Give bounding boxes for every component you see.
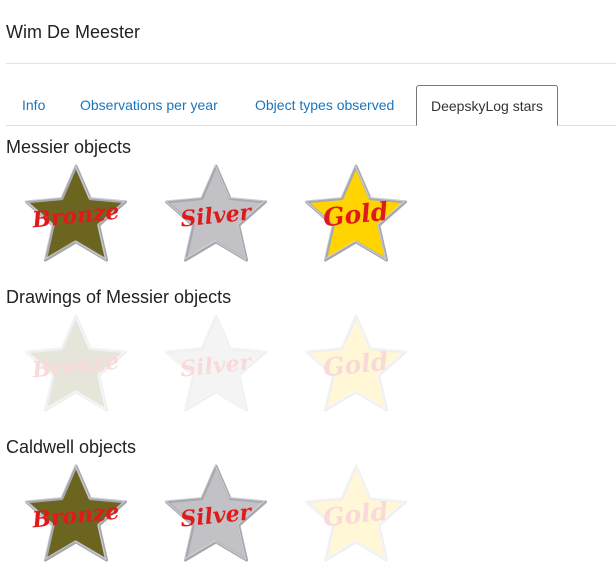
section-title-messier: Messier objects [6, 137, 132, 157]
section-title-caldwell: Caldwell objects [6, 437, 137, 457]
star-messier-bronze[interactable]: Bronze [24, 163, 128, 267]
star-silver-icon: Silver [164, 313, 267, 412]
star-gold-icon: Gold [304, 163, 407, 262]
tab-info[interactable]: Info [22, 85, 45, 125]
star-gold-icon: Gold [304, 313, 407, 412]
star-drawings-silver[interactable]: Silver [164, 313, 268, 417]
tab-deepskylog-stars[interactable]: DeepskyLog stars [416, 85, 559, 126]
star-caldwell-bronze[interactable]: Bronze [24, 463, 128, 567]
user-name: Wim De Meester [6, 22, 141, 42]
star-drawings-gold[interactable]: Gold [304, 313, 408, 417]
star-silver-icon: Silver [164, 163, 267, 262]
star-messier-gold[interactable]: Gold [304, 163, 408, 267]
star-bronze-icon: Bronze [24, 313, 127, 412]
star-messier-silver[interactable]: Silver [164, 163, 268, 267]
tab-bar: Info Observations per year Object types … [6, 85, 616, 126]
star-bronze-icon: Bronze [24, 163, 127, 262]
star-bronze-icon: Bronze [24, 463, 127, 562]
star-silver-icon: Silver [164, 463, 267, 562]
star-gold-icon: Gold [304, 463, 407, 562]
star-caldwell-gold[interactable]: Gold [304, 463, 408, 567]
tab-observations-per-year[interactable]: Observations per year [80, 85, 218, 125]
star-drawings-bronze[interactable]: Bronze [24, 313, 128, 417]
star-caldwell-silver[interactable]: Silver [164, 463, 268, 567]
header-divider [6, 63, 616, 64]
section-title-drawings-messier: Drawings of Messier objects [6, 287, 232, 307]
tab-object-types-observed[interactable]: Object types observed [255, 85, 394, 125]
